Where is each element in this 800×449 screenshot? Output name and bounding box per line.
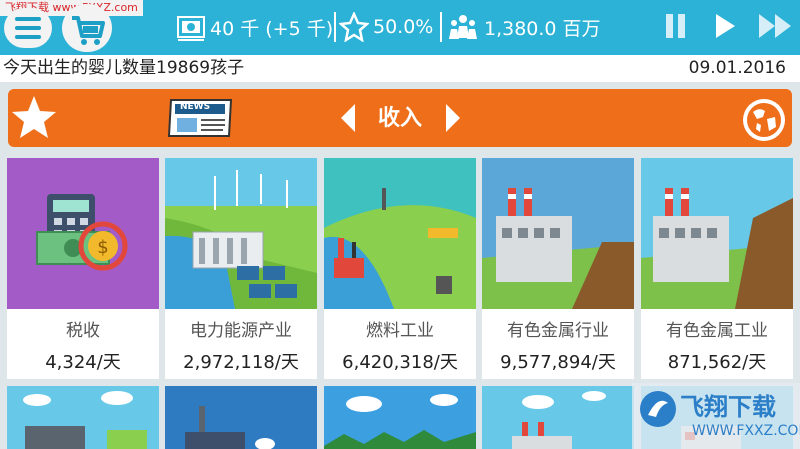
money-value: 40 千 (+5 千) [210, 17, 334, 40]
fuel-illustration [324, 158, 476, 309]
income-card-metals[interactable]: 有色金属行业 9,577,894/天 [482, 158, 634, 379]
income-card-metals-industry[interactable]: 有色金属工业 871,562/天 [641, 158, 793, 379]
play-icon[interactable] [713, 12, 737, 40]
news-ticker: 今天出生的婴儿数量19869孩子 09.01.2016 [0, 55, 800, 82]
globe-icon[interactable] [741, 97, 787, 143]
pause-icon[interactable] [664, 12, 688, 40]
watermark-url: WWW.FXXZ.COM [692, 423, 800, 439]
card-name: 燃料工业 [366, 321, 434, 341]
approval-value: 50.0% [373, 16, 434, 38]
news-button[interactable]: NEWS [165, 96, 237, 140]
income-card-fuel[interactable]: 燃料工业 6,420,318/天 [324, 158, 476, 379]
menu-button[interactable] [4, 8, 52, 48]
people-icon [449, 15, 477, 39]
cash-icon [177, 16, 205, 41]
watermark-logo-icon [640, 391, 676, 427]
approval-stat: 50.0% [339, 8, 433, 46]
prev-arrow-icon[interactable] [341, 104, 355, 132]
card-value: 6,420,318/天 [342, 352, 458, 373]
industry-illustration [7, 386, 159, 449]
menu-icon [15, 17, 41, 21]
shop-button[interactable] [62, 4, 112, 52]
card-value: 871,562/天 [667, 352, 767, 373]
industry-illustration [165, 386, 317, 449]
ticker-text: 今天出生的婴儿数量19869孩子 [3, 58, 245, 78]
card-name: 电力能源产业 [190, 321, 292, 341]
population-stat: 1,380.0 百万 [446, 8, 601, 46]
card-value: 9,577,894/天 [500, 352, 616, 373]
card-value: 4,324/天 [45, 352, 121, 373]
star-icon [339, 12, 369, 42]
divider [440, 12, 442, 42]
card-name: 有色金属行业 [507, 321, 609, 341]
svg-text:$: $ [97, 237, 108, 258]
card-name: 税收 [66, 321, 100, 341]
card-name: 有色金属工业 [666, 321, 768, 341]
power-illustration [165, 158, 317, 309]
money-stat: 40 千 (+5 千) [176, 8, 333, 46]
fast-forward-icon[interactable] [757, 12, 795, 40]
site-watermark: 飞翔下载 WWW.FXXZ.COM [632, 383, 800, 449]
income-card[interactable] [165, 386, 317, 449]
watermark-brand: 飞翔下载 [680, 393, 776, 421]
card-value: 2,972,118/天 [183, 352, 299, 373]
income-card-tax[interactable]: $ 税收 4,324/天 [7, 158, 159, 379]
industry-illustration [482, 386, 634, 449]
population-value: 1,380.0 百万 [484, 17, 601, 40]
news-label: NEWS [180, 102, 211, 112]
income-card[interactable] [482, 386, 634, 449]
next-arrow-icon[interactable] [446, 104, 460, 132]
cart-icon [72, 16, 105, 45]
favorite-star-icon[interactable] [8, 92, 60, 144]
income-card-power[interactable]: 电力能源产业 2,972,118/天 [165, 158, 317, 379]
income-card[interactable] [7, 386, 159, 449]
game-date: 09.01.2016 [688, 58, 786, 78]
section-title: 收入 [377, 106, 422, 131]
divider [334, 12, 336, 42]
industry-illustration [324, 386, 476, 449]
metals-illustration [482, 158, 634, 309]
income-card[interactable] [324, 386, 476, 449]
metals-industry-illustration [641, 158, 793, 309]
tax-illustration: $ [7, 158, 159, 309]
